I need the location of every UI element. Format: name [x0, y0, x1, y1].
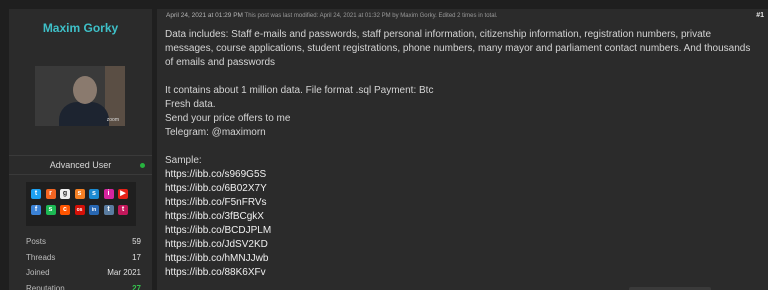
post-number-link[interactable]: #1 [756, 12, 764, 19]
lastfm-icon[interactable]: os [74, 205, 85, 215]
rss-icon[interactable]: r [45, 189, 56, 199]
avatar-caption: zoom [106, 117, 119, 123]
stat-label: Posts [26, 237, 47, 246]
stat-row: Posts 59 [26, 235, 141, 251]
avatar-figure-body [59, 102, 109, 126]
user-rank: Advanced User [49, 160, 112, 170]
post-line: It contains about 1 million data. File f… [165, 85, 434, 96]
youtube-icon[interactable]: ▶ [118, 189, 128, 199]
sample-link[interactable]: https://ibb.co/BCDJPLM [165, 224, 765, 238]
github-icon[interactable]: g [60, 189, 70, 199]
sample-links: https://ibb.co/s969G5S https://ibb.co/6B0… [165, 168, 765, 280]
stat-row: Threads 17 [26, 251, 141, 267]
twitch-icon[interactable]: t [118, 205, 128, 215]
sample-link[interactable]: https://ibb.co/6B02X7Y [165, 182, 765, 196]
post-body: Data includes: Staff e-mails and passwor… [165, 28, 765, 280]
thread-view: Maxim Gorky zoom Advanced User t r g s s i ▶ f s… [0, 0, 768, 290]
tumblr-icon[interactable]: t [103, 205, 114, 215]
stat-row: Joined Mar 2021 [26, 266, 141, 282]
post-line: Fresh data. [165, 99, 216, 110]
facebook-icon[interactable]: f [31, 205, 41, 215]
sample-link[interactable]: https://ibb.co/3fBCgkX [165, 210, 765, 224]
stat-label: Joined [26, 268, 50, 277]
user-stats: Posts 59 Threads 17 Joined Mar 2021 Reputation… [26, 235, 141, 290]
social-links: t r g s s i ▶ f s c os in t t [26, 182, 136, 226]
twitter-icon[interactable]: t [31, 189, 41, 199]
sample-link[interactable]: https://ibb.co/88K6XFv [165, 266, 765, 280]
steam-icon[interactable]: s [89, 189, 99, 199]
stat-label: Reputation [26, 283, 65, 290]
sample-link[interactable]: https://ibb.co/s969G5S [165, 168, 765, 182]
linkedin-icon[interactable]: in [89, 205, 99, 215]
post-line: Telegram: @maximorn [165, 127, 266, 138]
online-status-icon [140, 163, 145, 168]
spotify-icon[interactable]: s [45, 205, 56, 215]
post-edit-note: This post was last modified: April 24, 2… [244, 13, 498, 19]
post: April 24, 2021 at 01:29 PM This post was… [157, 9, 768, 290]
user-rank-row: Advanced User [9, 155, 152, 175]
author-username[interactable]: Maxim Gorky [9, 21, 152, 35]
post-paragraph: Data includes: Staff e-mails and passwor… [165, 29, 751, 68]
post-date: April 24, 2021 at 01:29 PM [166, 12, 243, 19]
sample-label: Sample: [165, 155, 202, 166]
post-line: Send your price offers to me [165, 113, 291, 124]
author-sidebar: Maxim Gorky zoom Advanced User t r g s s i ▶ f s… [9, 9, 152, 290]
avatar-figure-head [73, 76, 97, 104]
avatar[interactable]: zoom [35, 66, 125, 126]
post-meta: April 24, 2021 at 01:29 PM This post was… [166, 12, 498, 19]
soundcloud-icon[interactable]: c [60, 205, 70, 215]
sample-link[interactable]: https://ibb.co/hMNJJwb [165, 252, 765, 266]
stat-label: Threads [26, 252, 56, 262]
sample-link[interactable]: https://ibb.co/JdSV2KD [165, 238, 765, 252]
stackoverflow-icon[interactable]: s [74, 189, 85, 199]
sample-link[interactable]: https://ibb.co/F5nFRVs [165, 196, 765, 210]
stat-row: Reputation 27 [26, 282, 141, 290]
stat-value: Mar 2021 [107, 268, 141, 277]
stat-value[interactable]: 27 [132, 284, 141, 290]
stat-value[interactable]: 17 [132, 253, 141, 262]
stat-value[interactable]: 59 [132, 237, 141, 246]
instagram-icon[interactable]: i [103, 189, 114, 199]
